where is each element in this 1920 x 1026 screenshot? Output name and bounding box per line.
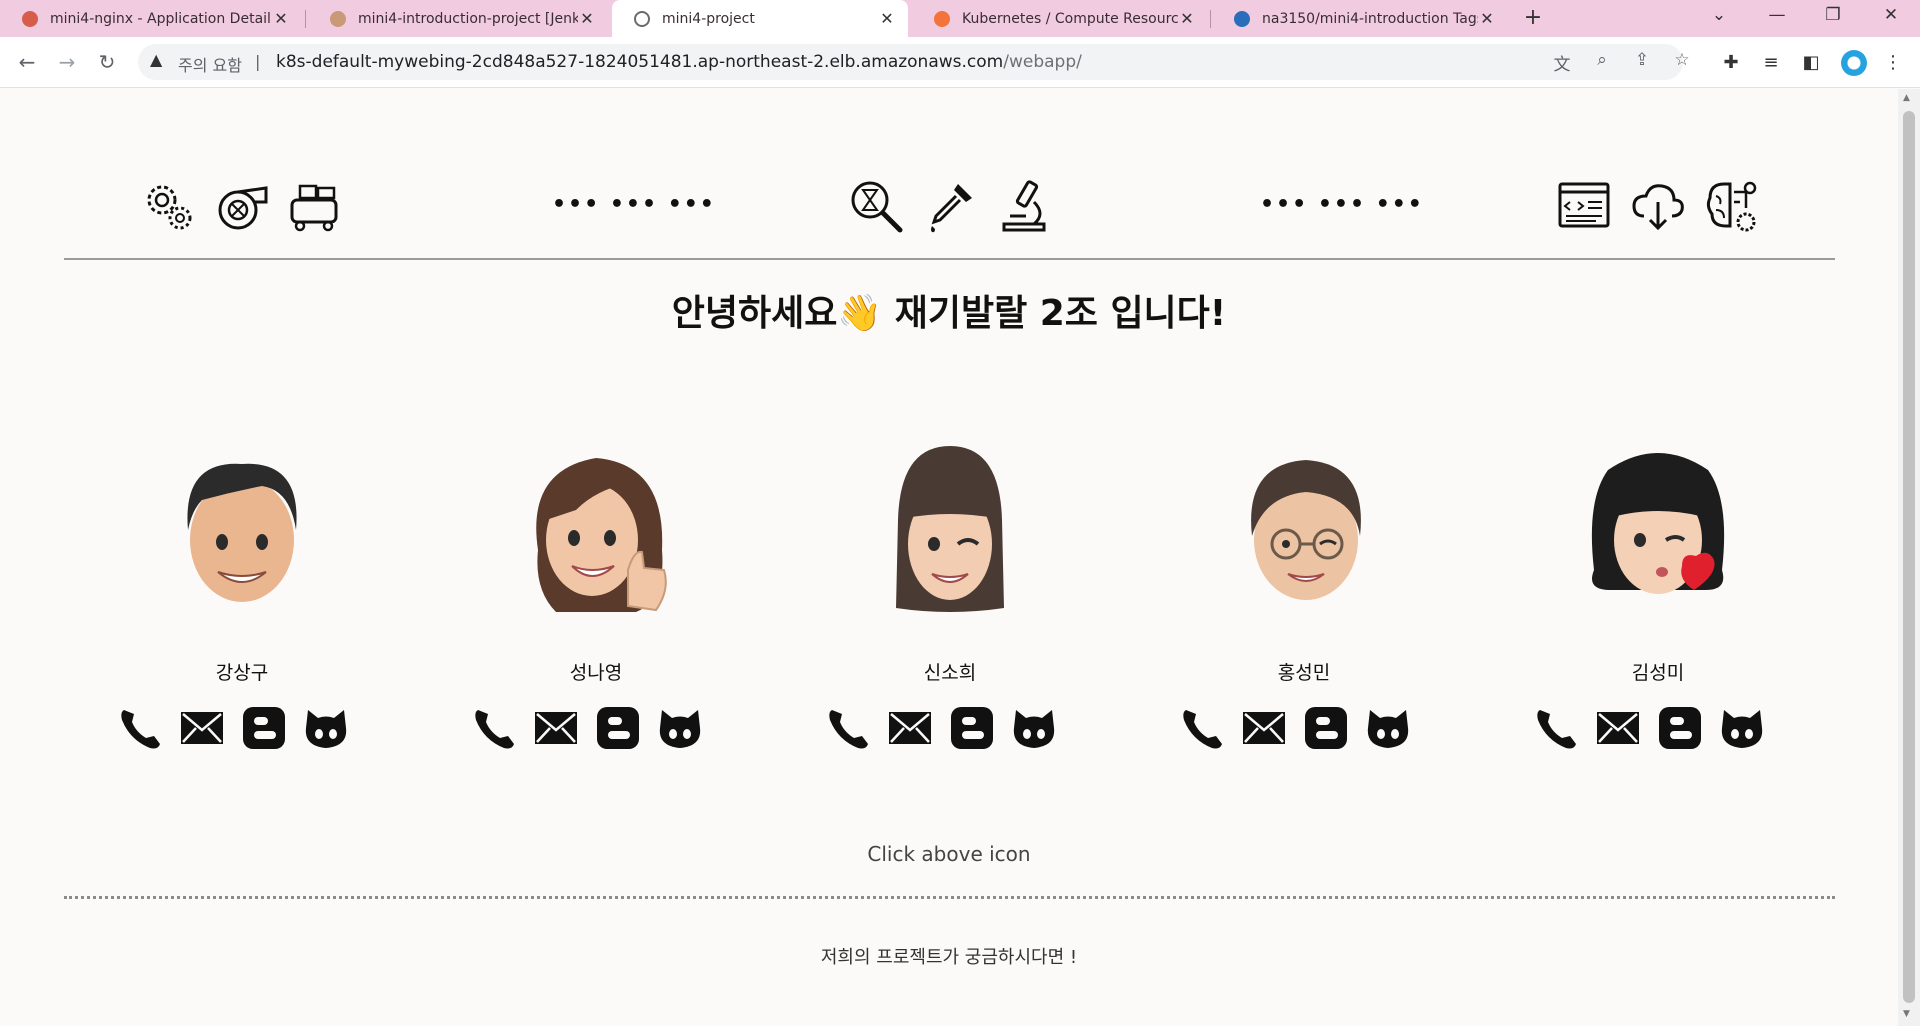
girl-thumbs-up-avatar: [536, 458, 667, 612]
close-tab-icon[interactable]: ✕: [272, 9, 290, 28]
tab-jenkins[interactable]: mini4-introduction-project [Jenk ✕: [308, 0, 608, 37]
docker-favicon-icon: [1234, 10, 1250, 27]
media-queue-icon[interactable]: ≡: [1757, 49, 1785, 77]
back-button[interactable]: ←: [13, 49, 41, 77]
member-name: 성나영: [569, 662, 623, 684]
mail-icon[interactable]: [1594, 704, 1642, 752]
url-host: k8s-default-mywebing-2cd848a527-18240514…: [276, 52, 1004, 72]
restore-button[interactable]: ❐: [1818, 5, 1848, 31]
member-name: 김성미: [1631, 662, 1685, 684]
tab-grafana[interactable]: Kubernetes / Compute Resourc ✕: [912, 0, 1208, 37]
omni-divider: |: [255, 52, 261, 71]
microscope-icon: [1002, 180, 1046, 232]
member-name: 홍성민: [1277, 662, 1331, 684]
tab-strip: mini4-nginx - Application Detail ✕ mini4…: [0, 0, 1920, 37]
page-scrollbar[interactable]: ▲ ▼: [1898, 89, 1920, 1026]
warning-triangle-icon: ▲: [150, 50, 163, 69]
github-icon[interactable]: [1364, 704, 1412, 752]
member-name: 신소희: [923, 662, 977, 684]
mail-icon[interactable]: [532, 704, 580, 752]
github-icon[interactable]: [656, 704, 704, 752]
translate-icon[interactable]: ⽂: [1550, 50, 1574, 75]
header-divider: [64, 258, 1835, 260]
tab-mini4-nginx[interactable]: mini4-nginx - Application Detail ✕: [0, 0, 302, 37]
pipette-icon: [931, 184, 972, 233]
page-title: 안녕하세요👋 재기발랄 2조 입니다!: [671, 293, 1227, 334]
girl-heart-kiss-avatar: [1591, 453, 1725, 594]
cloud-download-icon: [1632, 184, 1684, 231]
browser-window: mini4-nginx - Application Detail ✕ mini4…: [0, 0, 1920, 1026]
girl-wink-avatar: [896, 446, 1004, 612]
tab-dockerhub[interactable]: na3150/mini4-introduction Tags ✕: [1212, 0, 1508, 37]
scroll-down-arrow-icon[interactable]: ▼: [1903, 1009, 1910, 1019]
phone-icon[interactable]: [470, 704, 518, 752]
scroll-up-arrow-icon[interactable]: ▲: [1903, 93, 1910, 103]
new-tab-button[interactable]: +: [1520, 6, 1546, 32]
extensions-puzzle-icon[interactable]: ✚: [1717, 49, 1745, 77]
blog-icon[interactable]: [1302, 704, 1350, 752]
header-dots-right: ••• ••• •••: [1260, 192, 1424, 217]
turbine-icon: [218, 186, 268, 230]
github-icon[interactable]: [302, 704, 350, 752]
reload-button[interactable]: ↻: [93, 49, 121, 77]
argo-favicon-icon: [22, 10, 38, 27]
scroll-thumb[interactable]: [1903, 111, 1915, 1003]
github-icon[interactable]: [1718, 704, 1766, 752]
tab-search-chevron-icon[interactable]: ⌄: [1704, 5, 1734, 31]
close-window-button[interactable]: ✕: [1876, 5, 1906, 31]
jenkins-favicon-icon: [330, 10, 346, 27]
zoom-icon[interactable]: ⌕: [1590, 50, 1614, 74]
side-panel-icon[interactable]: ◧: [1797, 49, 1825, 77]
close-tab-icon[interactable]: ✕: [878, 9, 896, 28]
blog-icon[interactable]: [1656, 704, 1704, 752]
security-label[interactable]: 주의 요함: [178, 52, 242, 76]
mail-icon[interactable]: [178, 704, 226, 752]
mail-icon[interactable]: [1240, 704, 1288, 752]
tab-separator: [1210, 10, 1211, 28]
grafana-favicon-icon: [934, 10, 950, 27]
close-tab-icon[interactable]: ✕: [1478, 9, 1496, 28]
boy-glasses-avatar: [1251, 460, 1361, 600]
footer-text: 저희의 프로젝트가 궁금하시다면 !: [820, 947, 1078, 968]
phone-icon[interactable]: [1532, 704, 1580, 752]
gears-icon: [147, 185, 192, 230]
url-path: /webapp/: [1003, 52, 1082, 72]
phone-icon[interactable]: [116, 704, 164, 752]
member-name: 강상구: [215, 662, 269, 684]
tab-separator: [305, 10, 306, 28]
blog-icon[interactable]: [594, 704, 642, 752]
magnifier-hourglass-icon: [851, 181, 903, 233]
footer-divider: [64, 896, 1835, 899]
click-hint-text: Click above icon: [867, 842, 1031, 866]
close-tab-icon[interactable]: ✕: [1178, 9, 1196, 28]
code-window-icon: [1558, 182, 1610, 228]
share-icon[interactable]: ⇪: [1630, 50, 1654, 74]
address-bar[interactable]: ▲ 주의 요함 | k8s-default-mywebing-2cd848a52…: [138, 44, 1690, 80]
menu-kebab-icon[interactable]: ⋮: [1879, 49, 1907, 77]
boy-smile-avatar: [187, 463, 297, 602]
minimize-button[interactable]: —: [1762, 5, 1792, 31]
globe-favicon-icon: [634, 10, 650, 27]
blog-icon[interactable]: [240, 704, 288, 752]
compressor-icon: [290, 184, 338, 232]
brain-gear-icon: [1706, 181, 1757, 232]
github-icon[interactable]: [1010, 704, 1058, 752]
tab-mini4-project[interactable]: mini4-project ✕: [612, 0, 908, 37]
forward-button[interactable]: →: [53, 49, 81, 77]
url-text[interactable]: k8s-default-mywebing-2cd848a527-18240514…: [276, 52, 1082, 72]
blog-icon[interactable]: [948, 704, 996, 752]
close-tab-icon[interactable]: ✕: [578, 9, 596, 28]
browser-toolbar: ← → ↻ ▲ 주의 요함 | k8s-default-mywebing-2cd…: [0, 37, 1920, 88]
phone-icon[interactable]: [824, 704, 872, 752]
profile-avatar[interactable]: [1841, 50, 1867, 76]
header-dots-left: ••• ••• •••: [552, 192, 716, 217]
mail-icon[interactable]: [886, 704, 934, 752]
bookmark-star-icon[interactable]: ☆: [1670, 50, 1694, 74]
phone-icon[interactable]: [1178, 704, 1226, 752]
